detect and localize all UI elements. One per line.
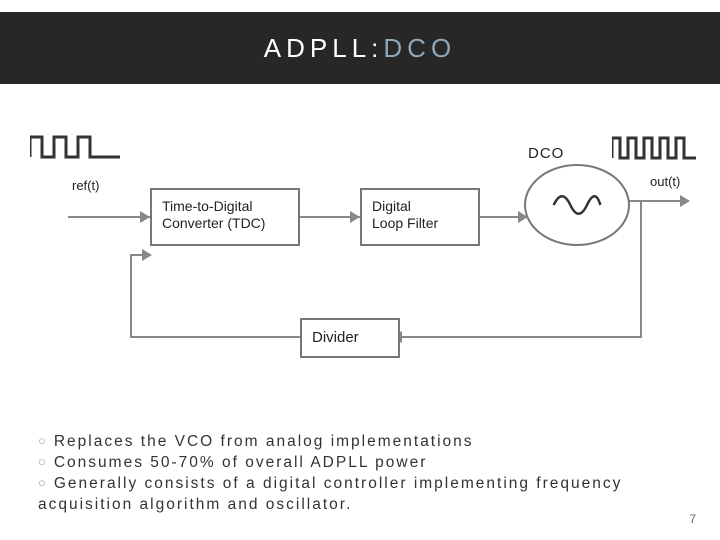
dco-label: DCO	[528, 145, 564, 162]
dlf-label-1: Digital	[372, 198, 411, 214]
dco-block	[524, 164, 630, 246]
divider-block: Divider	[300, 318, 400, 358]
loop-filter-block: Digital Loop Filter	[360, 188, 480, 246]
wire	[628, 200, 688, 202]
bullet-item: Consumes 50-70% of overall ADPLL power	[38, 453, 700, 474]
out-waveform-icon	[612, 134, 696, 162]
sine-icon	[552, 190, 602, 220]
wire	[130, 254, 132, 338]
title-bar: ADPLL: DCO	[0, 12, 720, 84]
arrow-icon	[140, 211, 150, 223]
wire	[400, 336, 642, 338]
title-text-2: DCO	[383, 33, 456, 64]
wire	[130, 336, 302, 338]
ref-waveform-icon	[30, 132, 120, 162]
bullet-item: Generally consists of a digital controll…	[38, 474, 700, 516]
title-text-1: ADPLL:	[264, 33, 384, 64]
arrow-icon	[350, 211, 360, 223]
divider-label: Divider	[312, 329, 359, 347]
dlf-label-2: Loop Filter	[372, 215, 438, 231]
bullet-item: Replaces the VCO from analog implementat…	[38, 432, 700, 453]
out-signal-label: out(t)	[650, 174, 680, 189]
tdc-label: Time-to-Digital Converter (TDC)	[162, 198, 265, 231]
arrow-icon	[680, 195, 690, 207]
slide: ADPLL: DCO DCO ref(t) out(t) Time-to-Dig…	[0, 0, 720, 540]
wire	[640, 200, 642, 338]
tdc-block: Time-to-Digital Converter (TDC)	[150, 188, 300, 246]
ref-signal-label: ref(t)	[72, 178, 99, 193]
page-number: 7	[689, 512, 696, 526]
wire	[68, 216, 150, 218]
arrow-icon	[142, 249, 152, 261]
bullet-list: Replaces the VCO from analog implementat…	[38, 432, 700, 516]
